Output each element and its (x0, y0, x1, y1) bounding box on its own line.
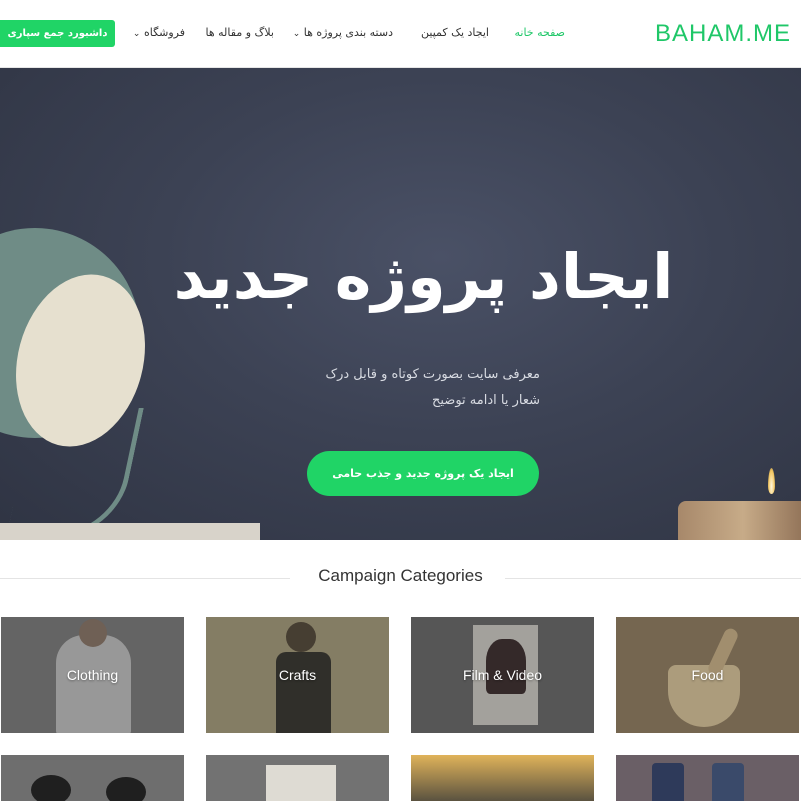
table-decoration (0, 523, 260, 540)
category-card-clothing[interactable]: Clothing (1, 617, 184, 733)
category-card-row2-4[interactable] (616, 755, 799, 801)
phone-image (712, 763, 744, 801)
category-label: Clothing (1, 617, 184, 733)
chevron-down-icon: ⌄ (132, 29, 141, 39)
category-card-row2-2[interactable] (206, 755, 389, 801)
dashboard-button[interactable]: داشبورد جمع سپاری (0, 20, 115, 47)
category-label: Food (616, 617, 799, 733)
nav-create-campaign[interactable]: ایجاد یک کمپین (421, 26, 489, 39)
product-image (106, 777, 146, 801)
hero-description-line2: شعار یا ادامه توضیح (431, 393, 540, 408)
nav-shop-label: فروشگاه (143, 26, 185, 39)
category-card-row2-3[interactable] (411, 755, 594, 801)
create-project-button[interactable]: ایجاد یک پروژه جدید و جذب حامی (307, 451, 539, 496)
nav-home[interactable]: صفحه خانه (514, 26, 565, 39)
hero-description: معرفی سایت بصورت کوتاه و قابل درک شعار ی… (300, 362, 540, 414)
category-card-film-video[interactable]: Film & Video (411, 617, 594, 733)
nav-project-categories[interactable]: ⌄ دسته بندی پروژه ها (290, 26, 393, 39)
category-label: Crafts (206, 617, 389, 733)
category-label: Film & Video (411, 617, 594, 733)
chevron-down-icon: ⌄ (292, 29, 301, 39)
magazine-image (266, 765, 336, 801)
product-image (31, 775, 71, 801)
candle-holder-decoration (678, 501, 801, 540)
hero-title: ایجاد پروژه جدید (173, 240, 674, 313)
nav-blog[interactable]: بلاگ و مقاله ها (206, 26, 274, 39)
candle-flame-decoration (768, 468, 775, 494)
categories-heading: Campaign Categories (318, 566, 483, 585)
site-logo[interactable]: BAHAM.ME (655, 20, 791, 48)
phone-image (652, 763, 684, 801)
site-header: BAHAM.ME صفحه خانه ایجاد یک کمپین ⌄ دسته… (0, 0, 801, 68)
nav-project-categories-label: دسته بندی پروژه ها (303, 26, 393, 39)
category-card-crafts[interactable]: Crafts (206, 617, 389, 733)
category-card-food[interactable]: Food (616, 617, 799, 733)
hero-description-line1: معرفی سایت بصورت کوتاه و قابل درک (325, 367, 540, 382)
nav-shop[interactable]: ⌄ فروشگاه (130, 26, 185, 39)
category-card-row2-1[interactable] (1, 755, 184, 801)
